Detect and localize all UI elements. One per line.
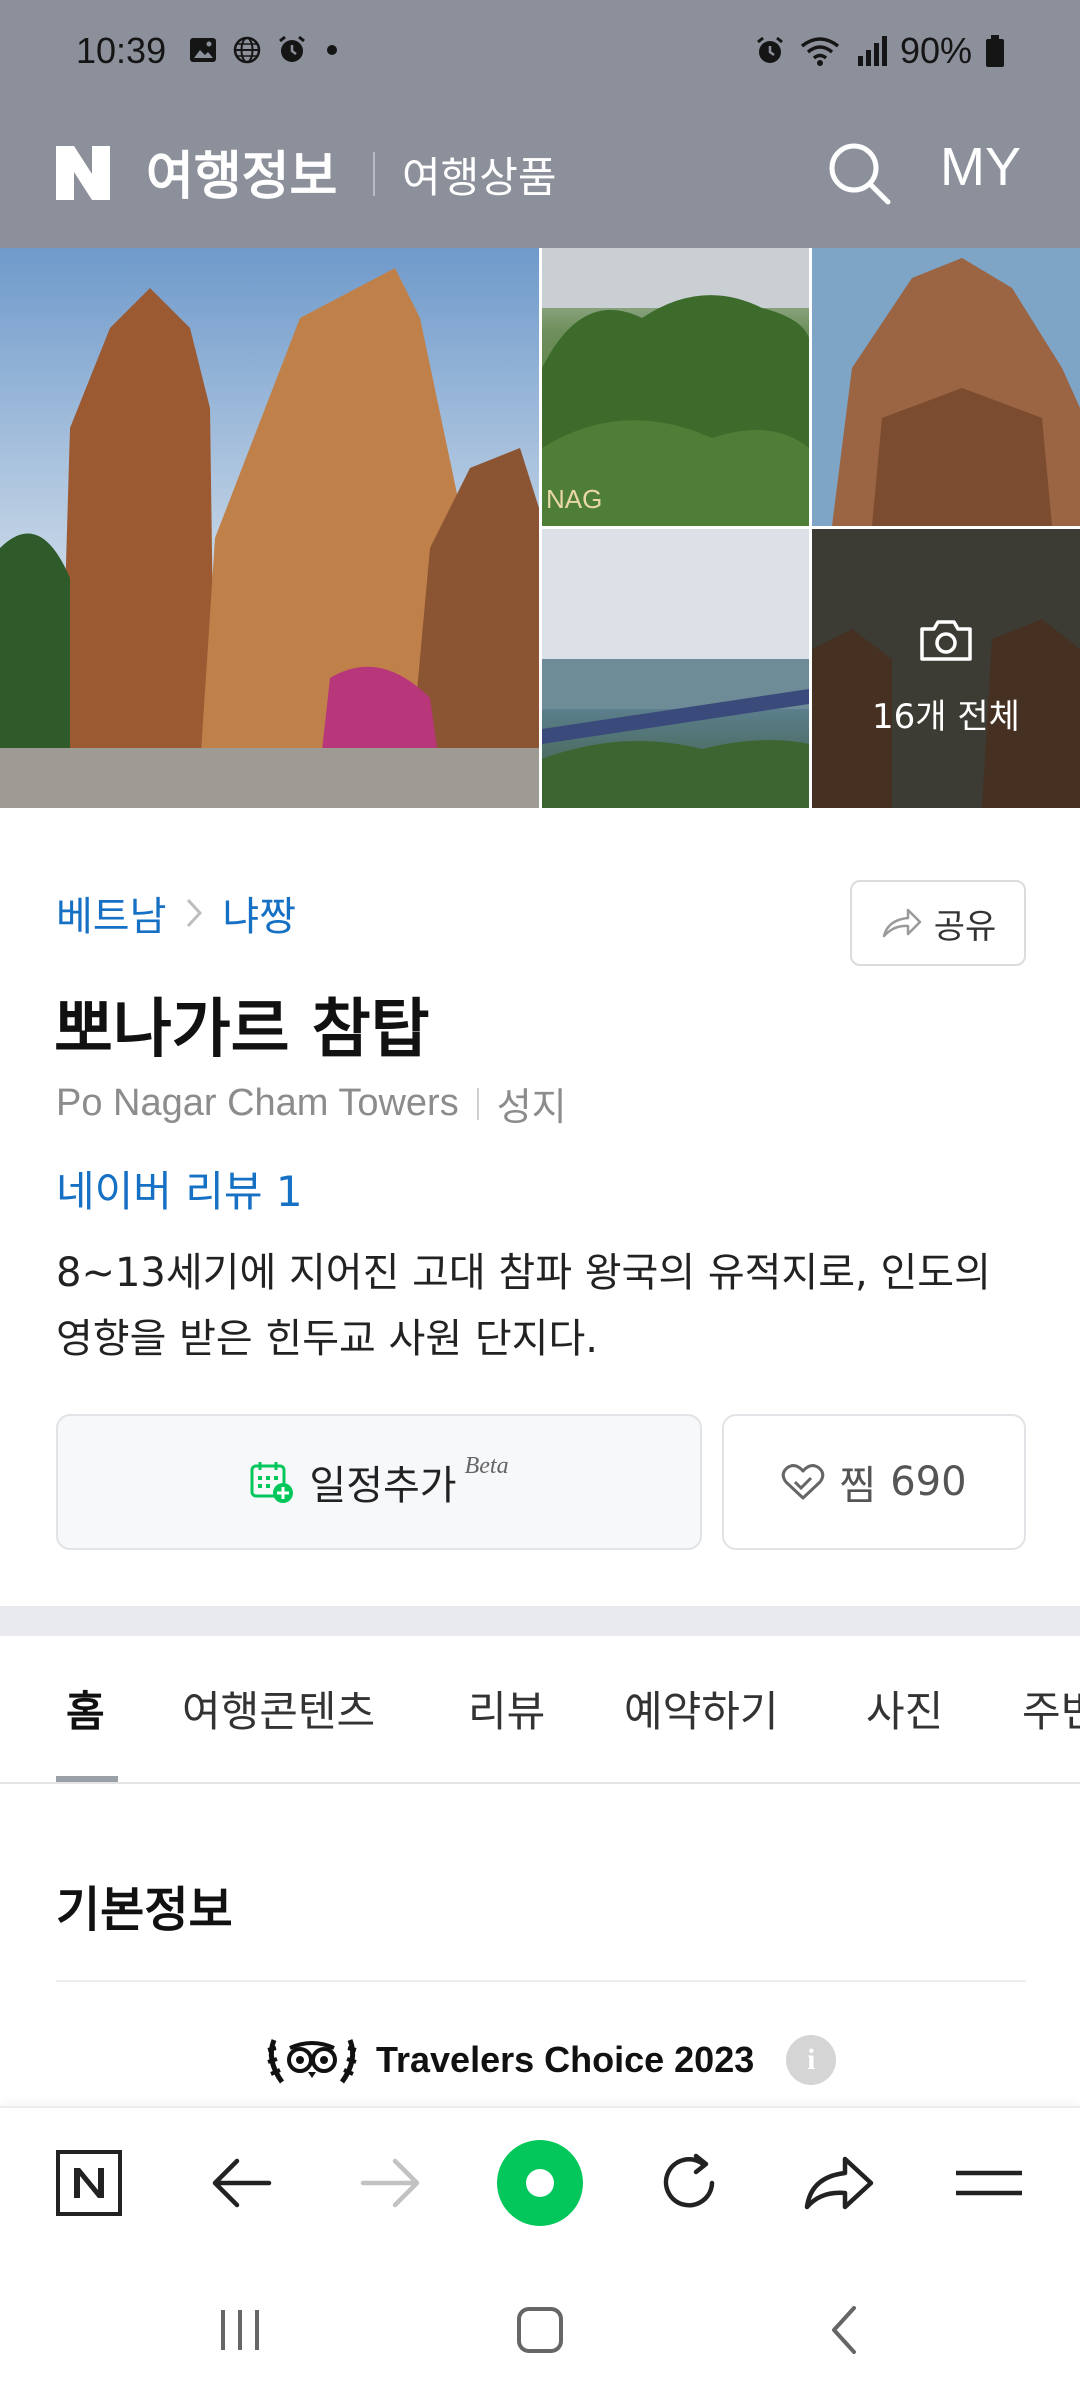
share-label: 공유 xyxy=(933,906,997,947)
gallery-photo-all[interactable]: 16개 전체 xyxy=(812,529,1080,808)
share-page-button[interactable] xyxy=(794,2138,884,2228)
notification-dot-icon xyxy=(327,45,337,55)
info-icon[interactable]: i xyxy=(786,2035,837,2085)
breadcrumb: 베트남 냐짱 xyxy=(56,884,296,942)
header-divider xyxy=(373,152,375,196)
beta-badge: Beta xyxy=(464,1452,509,1479)
all-photos-label: 16개 전체 xyxy=(872,697,1020,737)
status-bar: 10:39 90% xyxy=(0,0,1080,110)
place-description: 8~13세기에 지어진 고대 참파 왕국의 유적지로, 인도의 영향을 받은 힌… xyxy=(56,1250,991,1362)
battery-percent: 90% xyxy=(899,30,972,71)
browser-toolbar xyxy=(0,2106,1080,2258)
status-time: 10:39 xyxy=(76,30,167,71)
battery-icon xyxy=(986,35,1004,67)
chevron-left-icon xyxy=(832,2306,856,2354)
photo-gallery: NAG 16개 전체 xyxy=(0,248,1080,808)
app-header: 여행정보 여행상품 MY xyxy=(0,110,1080,248)
tab-review[interactable]: 리뷰 xyxy=(468,1678,545,1739)
status-left-icons xyxy=(188,34,342,66)
home-square-icon xyxy=(517,2307,563,2353)
refresh-icon xyxy=(663,2153,715,2208)
signal-icon xyxy=(857,36,887,66)
basic-info-title: 기본정보 xyxy=(56,1882,233,1938)
share-arrow-icon xyxy=(882,908,921,938)
arrow-left-icon xyxy=(212,2158,272,2208)
green-dot-button[interactable] xyxy=(495,2138,585,2228)
naver-home-button[interactable] xyxy=(44,2138,134,2228)
place-subtitle: Po Nagar Cham Towers 성지 xyxy=(56,1076,567,1131)
save-label: 찜 xyxy=(839,1463,877,1509)
menu-button[interactable] xyxy=(944,2138,1034,2228)
add-schedule-label: 일정추가 xyxy=(309,1463,457,1509)
gallery-photo-3[interactable] xyxy=(812,248,1080,526)
arrow-right-icon xyxy=(360,2158,420,2208)
subtitle-divider xyxy=(476,1087,479,1120)
svg-text:NAG: NAG xyxy=(546,484,602,514)
tab-nearby[interactable]: 주변 xyxy=(1022,1678,1080,1739)
wifi-icon xyxy=(800,37,840,66)
save-button[interactable]: 찜 690 xyxy=(722,1414,1026,1550)
alarm-icon xyxy=(279,35,305,62)
recent-apps-icon xyxy=(221,2310,259,2350)
green-dot-icon xyxy=(497,2140,583,2226)
naver-n-icon xyxy=(56,2150,122,2216)
menu-icon xyxy=(956,2170,1022,2196)
back-button[interactable] xyxy=(196,2138,286,2228)
gallery-photo-2[interactable]: NAG xyxy=(542,248,809,526)
tab-home[interactable]: 홈 xyxy=(66,1678,105,1739)
save-count: 690 xyxy=(890,1459,967,1505)
section-gap xyxy=(0,1606,1080,1636)
naver-review-link[interactable]: 네이버 리뷰 1 xyxy=(56,1158,303,1219)
camera-icon xyxy=(920,620,972,661)
share-icon xyxy=(804,2156,874,2210)
tab-bar: 홈 여행콘텐츠 리뷰 예약하기 사진 주변 xyxy=(0,1636,1080,1784)
search-icon[interactable] xyxy=(826,140,894,208)
recent-apps-button[interactable] xyxy=(200,2298,280,2362)
alarm-icon xyxy=(757,36,783,63)
globe-icon xyxy=(233,36,261,64)
heart-tag-icon xyxy=(782,1464,825,1500)
naver-logo-icon[interactable] xyxy=(54,144,112,202)
place-name-en: Po Nagar Cham Towers xyxy=(56,1082,459,1124)
active-tab-indicator xyxy=(56,1776,118,1782)
system-nav-bar xyxy=(0,2258,1080,2400)
calendar-add-icon xyxy=(250,1462,294,1503)
add-schedule-button[interactable]: 일정추가 Beta xyxy=(56,1414,702,1550)
tab-travel-content[interactable]: 여행콘텐츠 xyxy=(182,1678,375,1739)
place-category: 성지 xyxy=(496,1087,567,1129)
chevron-right-icon xyxy=(187,898,203,928)
tripadvisor-laurel-icon xyxy=(267,2039,357,2084)
travelers-choice-award: Travelers Choice 2023 i xyxy=(262,2030,837,2090)
gallery-icon xyxy=(190,38,216,62)
place-title: 뽀나가르 참탑 xyxy=(54,993,430,1067)
breadcrumb-city[interactable]: 냐짱 xyxy=(222,884,296,942)
section-divider xyxy=(56,1980,1026,1982)
gallery-photo-4[interactable] xyxy=(542,529,809,808)
my-button[interactable]: MY xyxy=(940,136,1021,198)
header-subtitle-link[interactable]: 여행상품 xyxy=(402,144,557,205)
tab-photos[interactable]: 사진 xyxy=(866,1678,943,1739)
refresh-button[interactable] xyxy=(644,2138,734,2228)
breadcrumb-country[interactable]: 베트남 xyxy=(56,884,166,942)
tower-illustration xyxy=(0,248,539,808)
gallery-main-photo[interactable] xyxy=(0,248,539,808)
status-right: 90% xyxy=(754,30,1006,72)
award-label: Travelers Choice 2023 xyxy=(376,2039,755,2080)
system-back-button[interactable] xyxy=(804,2298,884,2362)
header-title[interactable]: 여행정보 xyxy=(146,134,337,209)
home-button[interactable] xyxy=(500,2298,580,2362)
tab-booking[interactable]: 예약하기 xyxy=(624,1678,779,1739)
share-button[interactable]: 공유 xyxy=(850,880,1026,966)
forward-button[interactable] xyxy=(346,2138,436,2228)
